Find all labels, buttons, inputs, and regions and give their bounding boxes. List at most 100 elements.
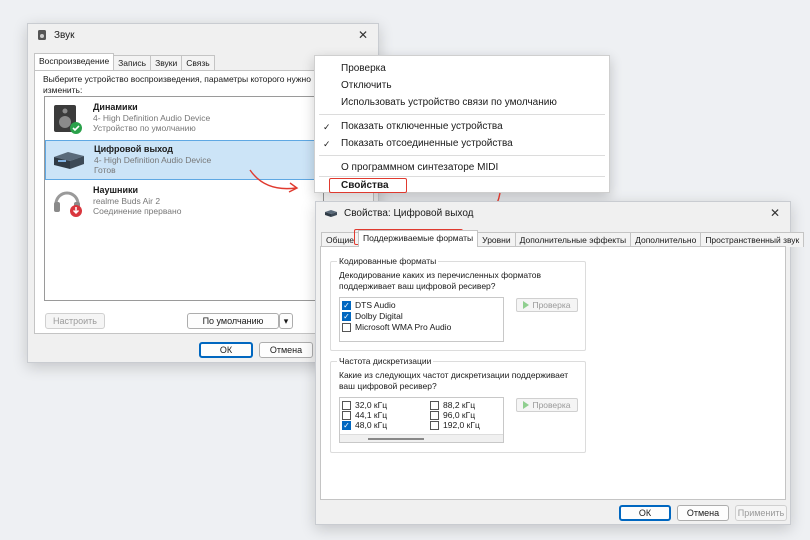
format-dts[interactable]: ✓ DTS Audio <box>342 300 396 310</box>
checkbox-icon <box>430 400 439 410</box>
format-dolby[interactable]: ✓ Dolby Digital <box>342 311 403 321</box>
device-status: Устройство по умолчанию <box>93 123 196 133</box>
check-icon: ✓ <box>323 139 331 149</box>
check-icon: ✓ <box>323 122 331 132</box>
device-driver: realme Buds Air 2 <box>93 196 161 206</box>
tab-recording[interactable]: Запись <box>113 55 152 70</box>
rate-88[interactable]: 88,2 кГц <box>430 400 475 410</box>
sample-rate-group: Частота дискретизации Какие из следующих… <box>330 356 586 453</box>
sound-titlebar: Звук ✕ <box>28 24 378 46</box>
menu-item-midi[interactable]: О программном синтезаторе MIDI <box>341 162 498 173</box>
close-icon[interactable]: ✕ <box>358 28 368 42</box>
sound-tabs: Воспроизведение Запись Звуки Связь <box>34 53 215 70</box>
device-driver: 4- High Definition Audio Device <box>94 155 212 165</box>
group-title: Частота дискретизации <box>337 356 434 366</box>
play-icon <box>523 301 530 309</box>
play-icon <box>523 401 530 409</box>
set-default-dropdown[interactable]: ▾ <box>279 313 293 329</box>
device-list: Динамики 4- High Definition Audio Device… <box>44 96 324 301</box>
test-label: Проверка <box>532 400 571 410</box>
rate-label: 44,1 кГц <box>355 410 388 420</box>
rate-label: 32,0 кГц <box>355 400 388 410</box>
format-label: Microsoft WMA Pro Audio <box>355 322 452 332</box>
menu-item-show-disconnected[interactable]: Показать отсоединенные устройства <box>341 138 513 149</box>
checkbox-checked-icon: ✓ <box>342 311 351 321</box>
properties-highlight <box>329 178 407 193</box>
tab-communications[interactable]: Связь <box>181 55 215 70</box>
formats-list: ✓ DTS Audio ✓ Dolby Digital Microsoft WMA … <box>339 297 504 342</box>
rate-192[interactable]: 192,0 кГц <box>430 420 480 430</box>
configure-button[interactable]: Настроить <box>45 313 105 329</box>
digital-output-small-icon <box>325 210 337 217</box>
device-driver: 4- High Definition Audio Device <box>93 113 211 123</box>
cancel-button[interactable]: Отмена <box>259 342 313 358</box>
rate-label: 48,0 кГц <box>355 420 388 430</box>
device-headphones[interactable]: Наушники realme Buds Air 2 Соединение пр… <box>45 182 323 222</box>
ok-button[interactable]: ОК <box>619 505 671 521</box>
headphones-icon <box>54 191 82 217</box>
rate-32[interactable]: 32,0 кГц <box>342 400 387 410</box>
device-name: Динамики <box>93 102 138 112</box>
tab-advanced[interactable]: Дополнительно <box>630 232 702 247</box>
horizontal-scrollbar[interactable] <box>340 434 503 442</box>
rate-96[interactable]: 96,0 кГц <box>430 410 475 420</box>
device-speakers[interactable]: Динамики 4- High Definition Audio Device… <box>45 99 323 139</box>
group-title: Кодированные форматы <box>337 256 439 266</box>
device-status: Готов <box>94 165 116 175</box>
group-question: Декодирование каких из перечисленных фор… <box>339 270 541 291</box>
checkbox-icon <box>342 400 351 410</box>
close-icon[interactable]: ✕ <box>770 206 780 220</box>
formats-panel: Кодированные форматы Декодирование каких… <box>320 246 786 500</box>
set-default-button[interactable]: По умолчанию <box>187 313 279 329</box>
rate-label: 96,0 кГц <box>443 410 476 420</box>
playback-description: Выберите устройство воспроизведения, пар… <box>43 74 311 95</box>
digital-output-icon <box>54 152 84 169</box>
cancel-button[interactable]: Отмена <box>677 505 729 521</box>
tab-levels[interactable]: Уровни <box>477 232 516 247</box>
properties-dialog: Свойства: Цифровой выход ✕ Общие Поддерж… <box>315 201 805 525</box>
device-digital-output[interactable]: Цифровой выход 4- High Definition Audio … <box>45 140 323 180</box>
menu-item-show-disabled[interactable]: Показать отключенные устройства <box>341 121 503 132</box>
rate-44[interactable]: 44,1 кГц <box>342 410 387 420</box>
tab-sounds[interactable]: Звуки <box>150 55 183 70</box>
ok-button[interactable]: ОК <box>199 342 253 358</box>
tab-enhancements[interactable]: Дополнительные эффекты <box>514 232 632 247</box>
test-rates-button[interactable]: Проверка <box>516 398 578 412</box>
rate-label: 88,2 кГц <box>443 400 476 410</box>
menu-separator <box>319 155 605 156</box>
format-label: DTS Audio <box>355 300 396 310</box>
test-formats-button[interactable]: Проверка <box>516 298 578 312</box>
rate-48[interactable]: ✓ 48,0 кГц <box>342 420 387 430</box>
checkbox-icon <box>430 420 439 430</box>
checkbox-checked-icon: ✓ <box>342 420 351 430</box>
speaker-device-icon <box>54 105 82 134</box>
encoded-formats-group: Кодированные форматы Декодирование каких… <box>330 256 586 351</box>
menu-item-disable[interactable]: Отключить <box>341 80 392 91</box>
properties-title: Свойства: Цифровой выход <box>344 207 474 219</box>
checkbox-icon <box>430 410 439 420</box>
tab-playback[interactable]: Воспроизведение <box>34 53 115 70</box>
rates-list: 32,0 кГц 44,1 кГц ✓ 48,0 кГц 88,2 кГц 96,… <box>339 397 504 443</box>
menu-separator <box>319 114 605 115</box>
properties-tabs: Общие Поддерживаемые форматы Уровни Допо… <box>321 230 805 247</box>
menu-separator <box>319 176 605 177</box>
group-question: Какие из следующих частот дискретизации … <box>339 370 569 391</box>
scrollbar-thumb[interactable] <box>368 438 424 440</box>
format-wma[interactable]: Microsoft WMA Pro Audio <box>342 322 451 332</box>
checkbox-icon <box>342 410 351 420</box>
properties-titlebar: Свойства: Цифровой выход ✕ <box>316 202 790 224</box>
tab-spatial-sound[interactable]: Пространственный звук <box>700 232 805 247</box>
format-label: Dolby Digital <box>355 311 403 321</box>
menu-item-default-comm[interactable]: Использовать устройство связи по умолчан… <box>341 97 557 108</box>
test-label: Проверка <box>532 300 571 310</box>
checkbox-checked-icon: ✓ <box>342 300 351 310</box>
rate-label: 192,0 кГц <box>443 420 480 430</box>
menu-item-test[interactable]: Проверка <box>341 63 386 74</box>
tab-supported-formats[interactable]: Поддерживаемые форматы <box>357 230 479 247</box>
device-name: Цифровой выход <box>94 144 174 154</box>
speaker-icon <box>38 30 46 40</box>
apply-button[interactable]: Применить <box>735 505 787 521</box>
device-status: Соединение прервано <box>93 206 182 216</box>
checkbox-icon <box>342 322 351 332</box>
sound-title: Звук <box>54 29 75 41</box>
